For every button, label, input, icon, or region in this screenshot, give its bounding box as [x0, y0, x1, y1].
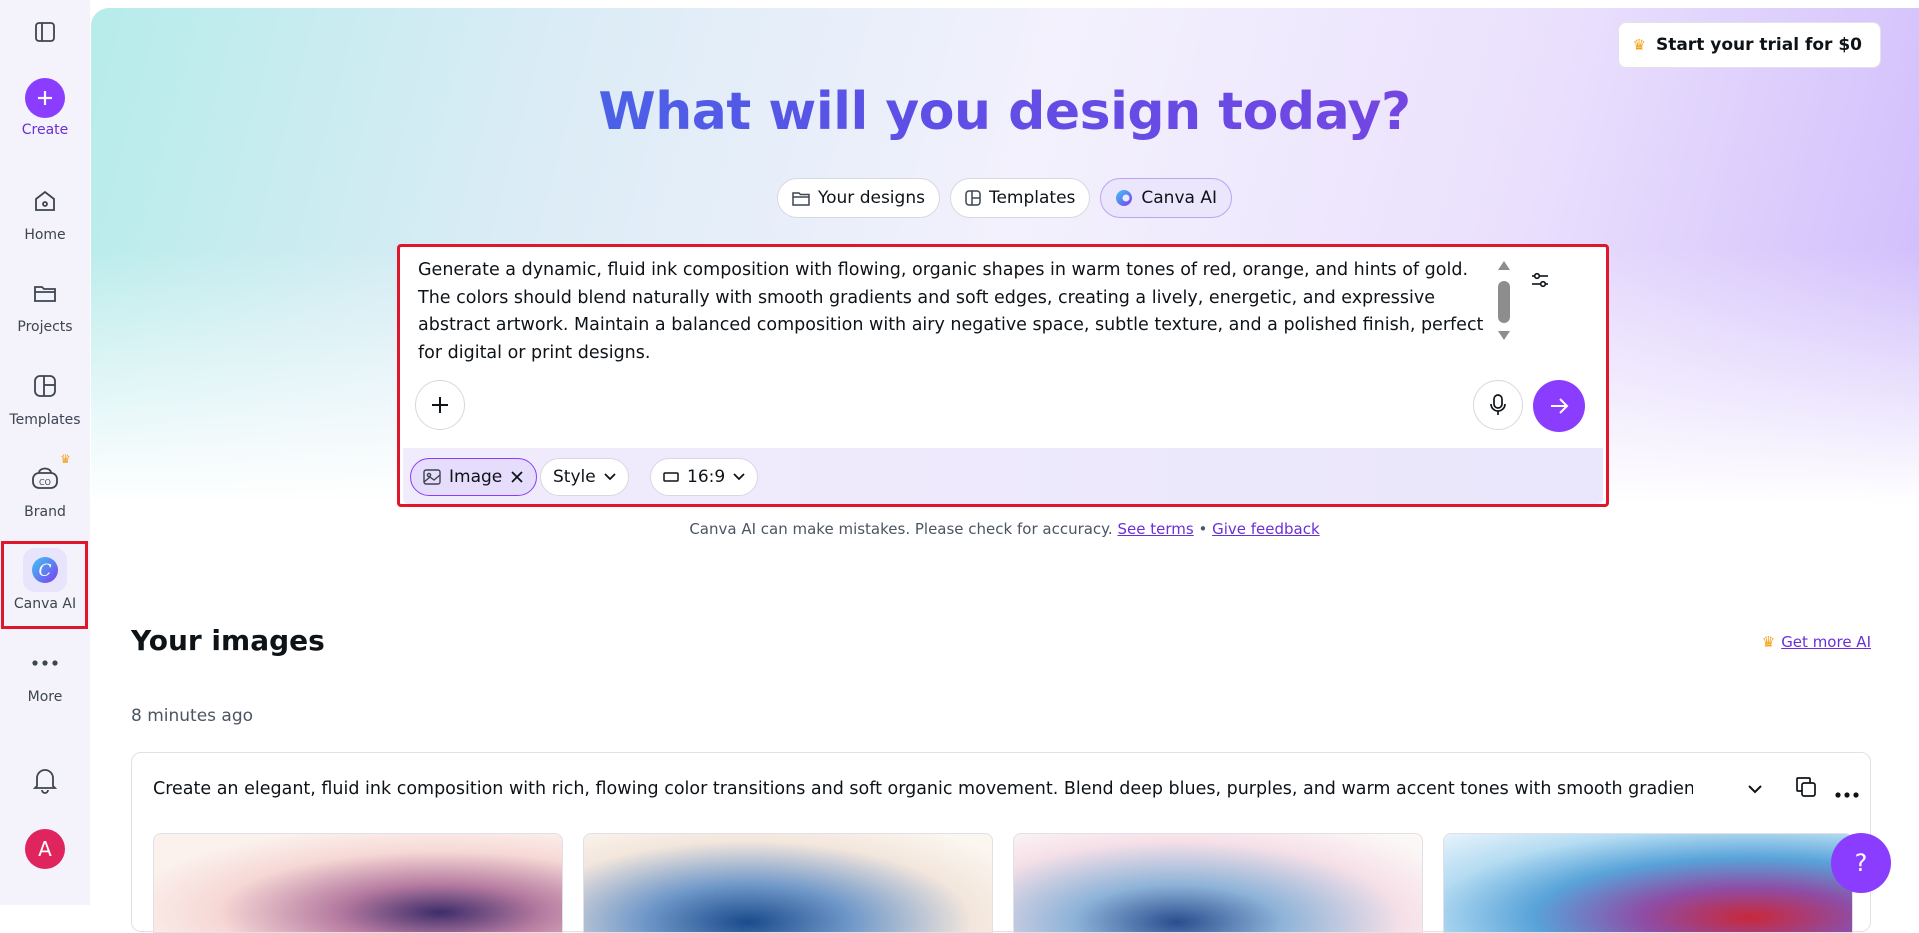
sidebar-item-projects[interactable]: Projects: [0, 271, 90, 335]
crown-icon: ♛: [1632, 36, 1646, 54]
aspect-ratio-label: 16:9: [687, 467, 726, 487]
tab-templates[interactable]: Templates: [949, 178, 1091, 218]
home-icon: [23, 179, 67, 223]
close-icon[interactable]: [510, 470, 524, 484]
expand-chevron-icon[interactable]: [1747, 779, 1763, 798]
notifications-button[interactable]: [0, 758, 90, 802]
generated-image-thumbnail[interactable]: [583, 833, 993, 933]
add-attachment-button[interactable]: [415, 380, 465, 430]
generated-image-thumbnail[interactable]: [1443, 833, 1853, 933]
sidebar-item-label: Home: [24, 227, 66, 243]
image-chip-label: Image: [449, 467, 503, 487]
copy-icon[interactable]: [1794, 775, 1818, 803]
sidebar-item-templates[interactable]: Templates: [0, 364, 90, 428]
tab-canva-ai[interactable]: Canva AI: [1100, 178, 1232, 218]
canva-ai-icon: C: [23, 548, 67, 592]
page-title: What will you design today?: [90, 82, 1919, 142]
tab-your-designs[interactable]: Your designs: [777, 178, 940, 218]
style-dropdown[interactable]: Style: [540, 458, 629, 496]
sidebar-item-label: Templates: [9, 412, 81, 428]
design-source-tabs: Your designs Templates Canva AI: [90, 178, 1919, 218]
image-icon: [423, 469, 441, 485]
sidebar-item-label: Projects: [17, 319, 73, 335]
see-terms-link[interactable]: See terms: [1117, 520, 1193, 538]
generation-card: Create an elegant, fluid ink composition…: [131, 752, 1871, 933]
aspect-ratio-dropdown[interactable]: 16:9: [650, 458, 759, 496]
crown-icon: ♛: [60, 452, 71, 466]
svg-text:C: C: [38, 561, 51, 581]
chevron-down-icon: [733, 473, 745, 481]
folder-icon: [792, 192, 810, 206]
ai-disclaimer: Canva AI can make mistakes. Please check…: [90, 520, 1919, 538]
sidebar: Create Home Projects Templates CO Brand …: [0, 0, 90, 905]
image-thumbnails: [153, 833, 1853, 933]
sidebar-toggle-icon[interactable]: [31, 18, 59, 46]
svg-text:CO: CO: [39, 478, 51, 487]
sidebar-item-brand[interactable]: CO Brand: [0, 456, 90, 520]
more-dots-icon: [23, 641, 67, 685]
image-type-chip[interactable]: Image: [410, 458, 538, 496]
disclaimer-separator: •: [1198, 520, 1208, 538]
generation-prompt: Create an elegant, fluid ink composition…: [153, 779, 1693, 799]
scroll-down-icon[interactable]: [1498, 331, 1510, 340]
bell-icon: [23, 758, 67, 802]
help-button[interactable]: ?: [1831, 833, 1891, 893]
start-trial-label: Start your trial for $0: [1655, 35, 1862, 55]
help-label: ?: [1854, 849, 1868, 877]
timestamp: 8 minutes ago: [131, 706, 254, 726]
give-feedback-link[interactable]: Give feedback: [1212, 520, 1320, 538]
disclaimer-text: Canva AI can make mistakes. Please check…: [689, 520, 1113, 538]
arrow-right-icon: [1551, 398, 1569, 414]
get-more-ai-link[interactable]: ♛ Get more AI: [1762, 633, 1871, 651]
plus-icon: [432, 397, 448, 413]
generated-image-thumbnail[interactable]: [153, 833, 563, 933]
sidebar-item-label: Brand: [24, 504, 66, 520]
template-icon: [23, 364, 67, 408]
more-options-icon[interactable]: [1835, 783, 1859, 802]
style-label: Style: [553, 467, 596, 487]
tab-label: Your designs: [818, 188, 925, 208]
aspect-ratio-icon: [663, 472, 679, 482]
sidebar-item-more[interactable]: More: [0, 641, 90, 705]
prompt-box: Generate a dynamic, fluid ink compositio…: [397, 244, 1609, 507]
get-more-ai-label: Get more AI: [1781, 633, 1871, 651]
start-trial-button[interactable]: ♛ Start your trial for $0: [1617, 22, 1881, 68]
prompt-textarea[interactable]: Generate a dynamic, fluid ink compositio…: [418, 257, 1488, 367]
canva-ai-icon: [1116, 190, 1133, 206]
sidebar-item-create[interactable]: Create: [0, 78, 90, 138]
sidebar-item-label: Create: [21, 122, 69, 138]
scroll-thumb[interactable]: [1498, 281, 1510, 323]
template-icon: [965, 190, 981, 206]
sidebar-item-canva-ai[interactable]: C Canva AI: [0, 548, 90, 612]
microphone-icon: [1490, 394, 1506, 415]
send-button[interactable]: [1533, 380, 1585, 432]
crown-icon: ♛: [1761, 633, 1776, 651]
plus-icon: [25, 78, 65, 118]
avatar: A: [25, 829, 65, 869]
sliders-icon[interactable]: [1530, 271, 1550, 293]
avatar-button[interactable]: A: [0, 829, 90, 869]
chevron-down-icon: [604, 473, 616, 481]
sidebar-item-home[interactable]: Home: [0, 179, 90, 243]
tab-label: Canva AI: [1141, 188, 1217, 208]
tab-label: Templates: [988, 188, 1076, 208]
sidebar-item-label: More: [27, 689, 63, 705]
your-images-heading: Your images: [131, 624, 325, 657]
generated-image-thumbnail[interactable]: [1013, 833, 1423, 933]
folder-icon: [23, 271, 67, 315]
prompt-options-bar: Image Style 16:9: [403, 448, 1603, 504]
sidebar-item-label: Canva AI: [13, 596, 77, 612]
prompt-scrollbar[interactable]: [1497, 261, 1511, 341]
microphone-button[interactable]: [1473, 380, 1523, 430]
main-content: ♛ Start your trial for $0 What will you …: [90, 0, 1919, 933]
scroll-up-icon[interactable]: [1498, 261, 1510, 270]
